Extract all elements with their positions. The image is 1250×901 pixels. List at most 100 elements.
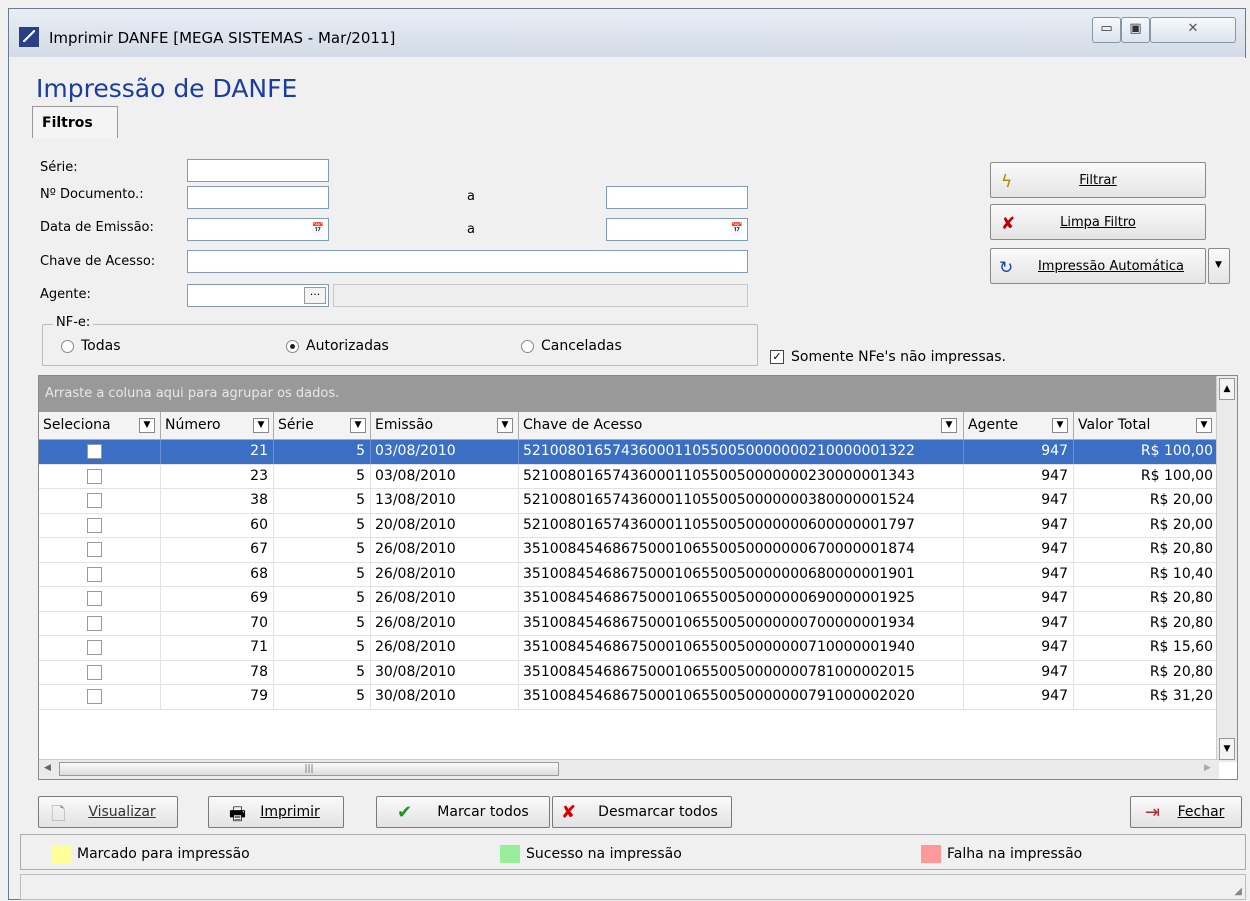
serie-input[interactable] xyxy=(187,159,329,182)
row-checkbox[interactable] xyxy=(87,517,102,533)
window-title: Imprimir DANFE [MEGA SISTEMAS - Mar/2011… xyxy=(49,29,396,47)
table-row[interactable]: 38 5 13/08/2010 521008016574360001105500500… xyxy=(39,489,1219,514)
table-row[interactable]: 23 5 03/08/2010 521008016574360001105500500… xyxy=(39,464,1219,489)
chevron-down-icon[interactable]: ▼ xyxy=(253,418,269,433)
chevron-down-icon[interactable]: ▼ xyxy=(1196,418,1212,433)
col-emissao[interactable]: Emissão ▼ xyxy=(371,412,519,439)
chevron-down-icon[interactable]: ▼ xyxy=(1052,418,1068,433)
chave-input[interactable] xyxy=(187,250,748,273)
cell-valor-text: R$ 20,80 xyxy=(1149,663,1213,680)
cell-agente-text: 947 xyxy=(1041,663,1068,680)
table-row[interactable]: 79 5 30/08/2010 351008454686750001065500500… xyxy=(39,685,1219,710)
cell-chave-text: 5210080165743600011055005000000021000000… xyxy=(523,443,915,459)
col-numero[interactable]: Número ▼ xyxy=(161,412,274,439)
nfe-group: NF-e: Todas Autorizadas Canceladas xyxy=(42,315,758,366)
cell-valor: R$ 20,80 xyxy=(1074,587,1219,611)
cell-emissao: 26/08/2010 xyxy=(371,587,519,611)
row-checkbox[interactable] xyxy=(87,566,102,582)
row-checkbox[interactable] xyxy=(87,444,102,459)
table-row[interactable]: 78 5 30/08/2010 351008454686750001065500500… xyxy=(39,660,1219,685)
cell-serie-text: 5 xyxy=(356,590,365,606)
browse-button[interactable]: ··· xyxy=(304,287,326,304)
tab-filtros[interactable]: Filtros xyxy=(32,106,118,138)
limpa-filtro-button[interactable]: ✘ Limpa Filtro xyxy=(990,204,1206,240)
row-checkbox[interactable] xyxy=(87,615,102,631)
row-checkbox[interactable] xyxy=(87,640,102,655)
chevron-down-icon[interactable]: ▼ xyxy=(941,418,957,433)
scroll-left-icon[interactable]: ◀ xyxy=(44,763,51,773)
legend-falha: Falha na impressão xyxy=(921,845,1082,863)
cell-agente: 947 xyxy=(964,513,1074,538)
auto-dropdown-button[interactable]: ▼ xyxy=(1208,248,1230,284)
row-checkbox[interactable] xyxy=(87,591,102,606)
maximize-button[interactable]: ▣ xyxy=(1121,17,1150,43)
impressao-automatica-button[interactable]: ↻ Impressão Automática xyxy=(990,248,1206,284)
table-row[interactable]: 21 5 03/08/2010 521008016574360001105500500… xyxy=(39,440,1219,465)
cell-chave: 3510084546867500010655005000000068000000… xyxy=(519,562,964,587)
grid-rows: 21 5 03/08/2010 521008016574360001105500500… xyxy=(39,440,1219,710)
cell-agente: 947 xyxy=(964,562,1074,587)
table-row[interactable]: 71 5 26/08/2010 351008454686750001065500500… xyxy=(39,636,1219,661)
fechar-button[interactable]: ⇥ Fechar xyxy=(1130,796,1242,828)
scroll-down-icon[interactable]: ▼ xyxy=(1219,738,1235,760)
scroll-right-icon[interactable]: ▶ xyxy=(1204,763,1211,773)
col-chave[interactable]: Chave de Acesso ▼ xyxy=(519,412,964,439)
documento-from-input[interactable] xyxy=(187,186,329,209)
radio-todas[interactable]: Todas xyxy=(61,338,121,354)
radio-canceladas-label: Canceladas xyxy=(541,338,622,354)
imprimir-button[interactable]: 🖶 Imprimir xyxy=(208,796,344,828)
minimize-button[interactable]: ▭ xyxy=(1092,17,1121,43)
chevron-down-icon[interactable]: ▼ xyxy=(139,418,155,433)
scroll-up-icon[interactable]: ▲ xyxy=(1219,378,1235,400)
col-seleciona[interactable]: Seleciona ▼ xyxy=(39,412,161,439)
table-row[interactable]: 68 5 26/08/2010 351008454686750001065500500… xyxy=(39,562,1219,587)
agente-input[interactable]: ··· xyxy=(187,284,329,307)
somente-checkbox[interactable]: ✓ Somente NFe's não impressas. xyxy=(770,349,1006,365)
cell-numero-text: 38 xyxy=(250,492,268,508)
close-window-button[interactable]: ✕ xyxy=(1150,17,1236,43)
swatch-sucesso xyxy=(500,845,520,863)
radio-canceladas[interactable]: Canceladas xyxy=(521,338,622,354)
calendar-icon[interactable]: 📅 xyxy=(311,222,325,236)
visualizar-button[interactable]: 🗋 Visualizar xyxy=(38,796,178,828)
cell-numero-text: 79 xyxy=(250,688,268,704)
col-agente[interactable]: Agente ▼ xyxy=(964,412,1074,439)
desmarcar-todos-button[interactable]: ✘ Desmarcar todos xyxy=(552,796,732,828)
horizontal-scrollbar[interactable]: ◀ ||| ▶ xyxy=(39,759,1219,779)
row-checkbox[interactable] xyxy=(87,493,102,508)
resize-grip-icon[interactable]: ◢ xyxy=(1234,886,1242,897)
cell-seleciona xyxy=(39,440,161,464)
group-by-bar[interactable]: Arraste a coluna aqui para agrupar os da… xyxy=(39,376,1219,412)
page-title: Impressão de DANFE xyxy=(36,74,298,103)
chevron-down-icon[interactable]: ▼ xyxy=(497,418,513,433)
filtrar-button[interactable]: ϟ Filtrar xyxy=(990,162,1206,198)
title-bar[interactable]: Imprimir DANFE [MEGA SISTEMAS - Mar/2011… xyxy=(9,9,1245,57)
serie-label: Série: xyxy=(40,160,78,175)
table-row[interactable]: 70 5 26/08/2010 351008454686750001065500500… xyxy=(39,611,1219,636)
col-serie[interactable]: Série ▼ xyxy=(274,412,371,439)
cell-serie-text: 5 xyxy=(356,492,365,508)
calendar-icon[interactable]: 📅 xyxy=(730,222,744,236)
radio-autorizadas[interactable]: Autorizadas xyxy=(286,338,389,354)
nfe-grid[interactable]: Arraste a coluna aqui para agrupar os da… xyxy=(38,375,1238,780)
col-valor[interactable]: Valor Total ▼ xyxy=(1074,412,1219,439)
table-row[interactable]: 67 5 26/08/2010 351008454686750001065500500… xyxy=(39,538,1219,563)
table-row[interactable]: 69 5 26/08/2010 351008454686750001065500500… xyxy=(39,587,1219,612)
chevron-down-icon[interactable]: ▼ xyxy=(350,418,366,433)
marcar-todos-button[interactable]: ✔ Marcar todos xyxy=(376,796,550,828)
emissao-to-input[interactable]: 📅 xyxy=(606,218,748,241)
table-row[interactable]: 60 5 20/08/2010 521008016574360001105500500… xyxy=(39,513,1219,538)
chevron-down-icon: ▼ xyxy=(1215,260,1222,270)
row-checkbox[interactable] xyxy=(87,468,102,484)
legend-falha-label: Falha na impressão xyxy=(947,846,1083,862)
cell-serie-text: 5 xyxy=(356,614,365,631)
emissao-from-input[interactable]: 📅 xyxy=(187,218,329,241)
documento-to-input[interactable] xyxy=(606,186,748,209)
vertical-scrollbar[interactable]: ▲ ▼ xyxy=(1216,376,1237,762)
cell-seleciona xyxy=(39,538,161,562)
row-checkbox[interactable] xyxy=(87,664,102,680)
row-checkbox[interactable] xyxy=(87,689,102,704)
row-checkbox[interactable] xyxy=(87,542,102,557)
scroll-thumb[interactable]: ||| xyxy=(59,762,559,776)
cell-chave-text: 3510084546867500010655005000000079100000… xyxy=(523,688,915,704)
